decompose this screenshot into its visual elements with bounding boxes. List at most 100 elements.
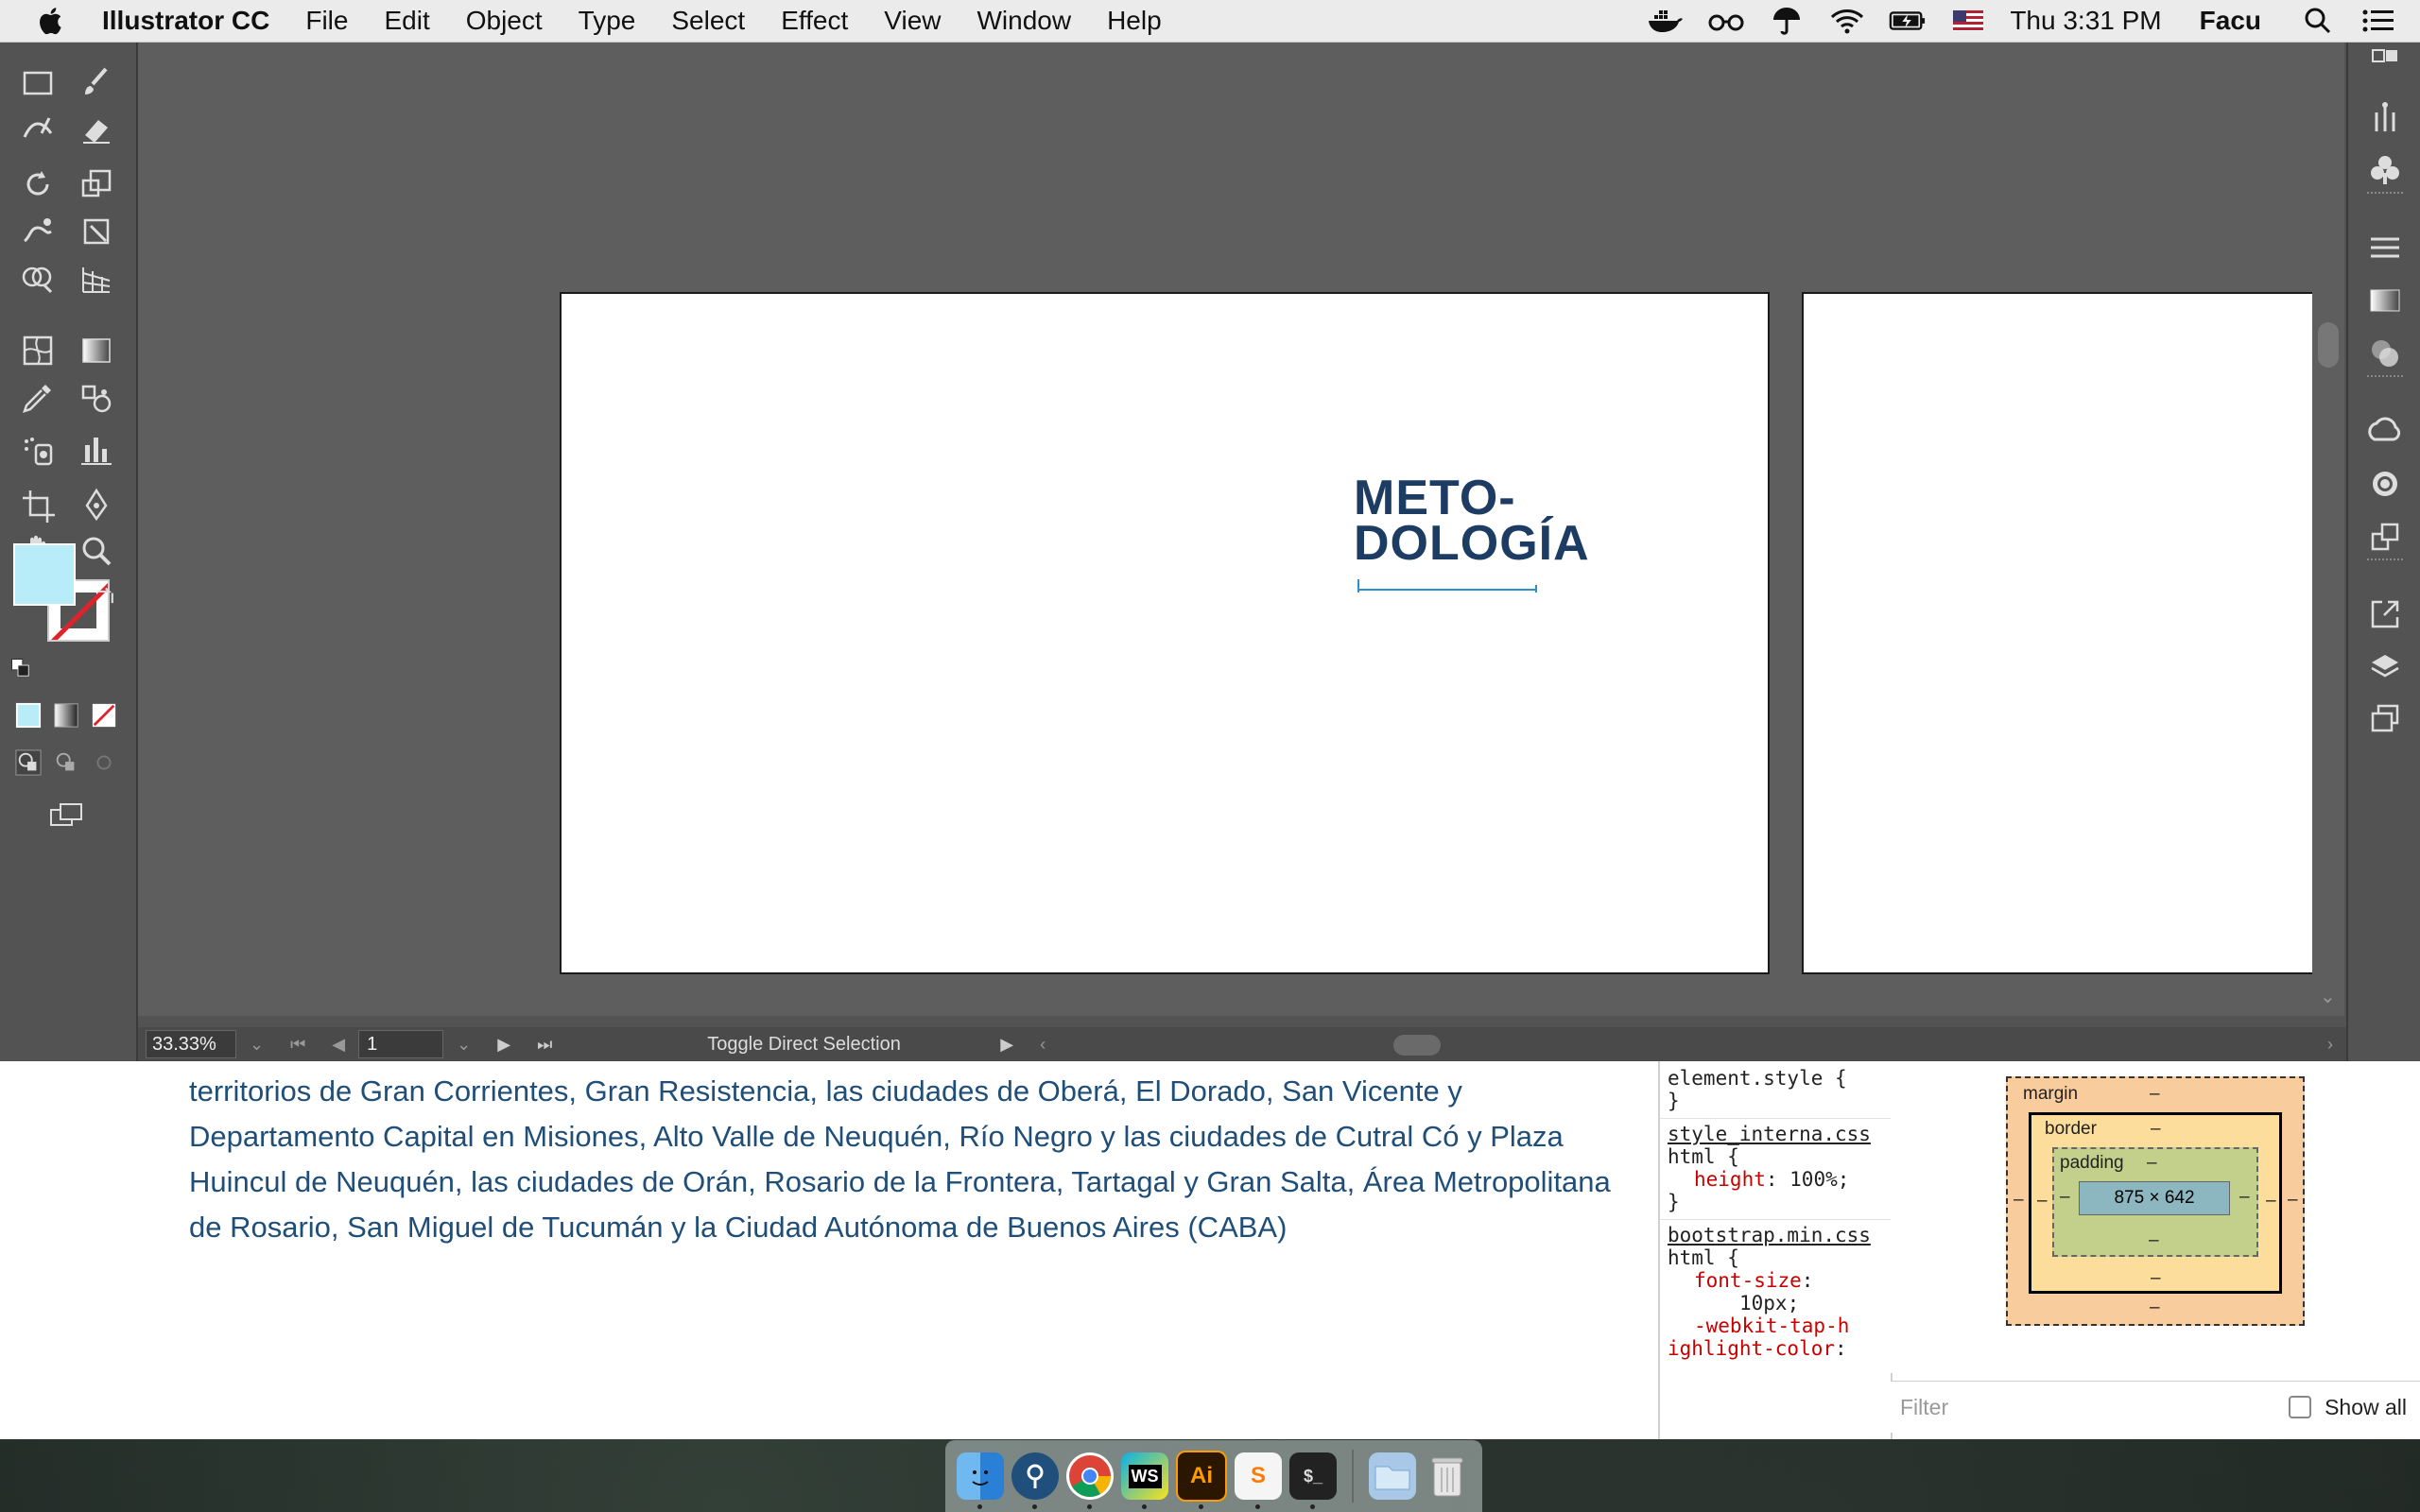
menu-edit[interactable]: Edit [384,6,429,36]
warp-tool-icon[interactable] [17,211,59,252]
terminal-dock-icon[interactable]: $_ [1289,1452,1337,1509]
menu-effect[interactable]: Effect [781,6,848,36]
illustrator-dock-icon[interactable]: Ai [1176,1451,1227,1509]
zoom-dropdown-chevron-icon[interactable]: ⌄ [250,1035,264,1055]
wifi-icon[interactable] [1828,7,1866,35]
artboard-tool-icon[interactable] [17,485,59,526]
scroll-left-arrow-icon[interactable]: ‹ [1040,1035,1046,1055]
next-artboard-icon[interactable]: ▶ [497,1035,510,1055]
column-graph-tool-icon[interactable] [76,430,117,472]
apple-icon[interactable] [36,5,68,37]
app-name-menu[interactable]: Illustrator CC [102,6,269,36]
creative-cloud-icon[interactable] [2365,411,2405,451]
artboards-panel-icon[interactable] [2365,698,2405,738]
umbrella-icon[interactable] [1768,7,1806,35]
box-model-content[interactable]: 875 × 642 [2079,1181,2230,1215]
menu-select[interactable]: Select [671,6,745,36]
gradient-mode-icon[interactable] [49,698,83,732]
paintbrush-tool-icon[interactable] [76,61,117,103]
status-menu-arrow-icon[interactable]: ▶ [1000,1035,1013,1055]
shape-builder-tool-icon[interactable] [17,258,59,300]
menu-help[interactable]: Help [1107,6,1162,36]
canvas[interactable]: METO- DOLOGÍA [138,43,2314,1016]
scroll-right-arrow-icon[interactable]: › [2327,1035,2333,1055]
shaper-tool-icon[interactable] [17,109,59,150]
logo-artwork[interactable]: METO- DOLOGÍA [1354,473,1609,627]
vertical-scrollbar[interactable]: ⌄ [2312,43,2344,1016]
color-mode-icon[interactable] [11,698,45,732]
panel-group-grip[interactable] [2367,192,2403,198]
panel-group-grip[interactable] [2367,375,2403,381]
rectangle-tool-icon[interactable] [17,61,59,103]
default-fill-stroke-icon[interactable] [8,655,36,683]
change-screen-mode-icon[interactable] [45,795,87,836]
zoom-level-field[interactable]: 33.33% [146,1030,236,1058]
docker-icon[interactable] [1647,7,1685,35]
blend-tool-icon[interactable] [76,377,117,419]
first-artboard-icon[interactable]: ⏮ [290,1035,305,1055]
notification-center-icon[interactable] [2360,7,2397,35]
scroll-down-arrow-icon[interactable]: ⌄ [2320,985,2336,1008]
css-source-link[interactable]: bootstrap.min.css [1668,1224,1883,1246]
none-mode-icon[interactable] [87,698,121,732]
swap-fill-stroke-icon[interactable] [91,583,119,611]
selection-handle[interactable] [1535,585,1537,593]
draw-inside-icon[interactable] [87,746,121,780]
artboard-1[interactable] [560,292,1770,974]
trash-dock-icon[interactable] [1424,1452,1471,1500]
filter-input[interactable]: Filter [1900,1395,2289,1420]
layers-panel-icon[interactable] [2365,647,2405,687]
horizontal-scroll-thumb[interactable] [1393,1035,1441,1056]
eyedropper-tool-icon[interactable] [17,377,59,419]
finder-dock-icon[interactable] [957,1452,1004,1509]
perspective-grid-tool-icon[interactable] [76,258,117,300]
menu-window[interactable]: Window [977,6,1071,36]
libraries-panel-icon[interactable] [2365,43,2405,82]
rotate-tool-icon[interactable] [17,163,59,205]
glasses-icon[interactable] [1707,7,1745,35]
sourcetree-dock-icon[interactable] [1011,1452,1059,1509]
pen-tool-icon[interactable] [76,485,117,526]
user-name[interactable]: Facu [2200,6,2261,36]
stroke-panel-icon[interactable] [2365,228,2405,267]
symbol-sprayer-tool-icon[interactable] [17,430,59,472]
us-flag-icon[interactable] [1949,7,1987,35]
eraser-tool-icon[interactable] [76,109,117,150]
artboard-dropdown-chevron-icon[interactable]: ⌄ [457,1035,471,1055]
fill-color-swatch[interactable] [13,543,76,606]
css-declaration[interactable]: -webkit-tap-highlight-color: [1668,1314,1857,1360]
mesh-tool-icon[interactable] [17,330,59,371]
appearance-panel-icon[interactable] [2365,464,2405,504]
last-artboard-icon[interactable]: ⏭ [537,1035,552,1055]
free-transform-tool-icon[interactable] [76,211,117,252]
vertical-scroll-thumb[interactable] [2318,322,2339,368]
show-all-checkbox[interactable] [2289,1396,2312,1418]
sublime-dock-icon[interactable]: S [1235,1452,1282,1509]
menu-object[interactable]: Object [466,6,543,36]
artboard-2[interactable] [1802,292,2314,974]
chrome-dock-icon[interactable] [1066,1452,1114,1509]
gradient-tool-icon[interactable] [76,330,117,371]
panel-group-grip[interactable] [2367,558,2403,564]
export-panel-icon[interactable] [2365,594,2405,634]
menu-view[interactable]: View [884,6,941,36]
draw-normal-icon[interactable] [11,746,45,780]
artboard-number-field[interactable]: 1 [358,1030,444,1058]
transparency-panel-icon[interactable] [2365,334,2405,373]
webstorm-dock-icon[interactable]: WS [1121,1452,1168,1509]
graphic-styles-panel-icon[interactable] [2365,517,2405,557]
draw-behind-icon[interactable] [49,746,83,780]
menu-type[interactable]: Type [579,6,636,36]
css-declaration[interactable]: height: 100%; [1668,1168,1883,1191]
gradient-panel-icon[interactable] [2365,281,2405,320]
devtools-styles-pane[interactable]: element.style { } style_interna.css html… [1658,1061,1893,1439]
clock[interactable]: Thu 3:31 PM [2010,6,2161,36]
downloads-folder-dock-icon[interactable] [1369,1452,1416,1500]
spotlight-search-icon[interactable] [2299,7,2337,35]
brushes-panel-icon[interactable] [2365,97,2405,137]
zoom-tool-icon[interactable] [76,530,117,572]
previous-artboard-icon[interactable]: ◀ [332,1035,345,1055]
css-declaration[interactable]: font-size: [1668,1269,1883,1292]
menu-file[interactable]: File [305,6,348,36]
css-source-link[interactable]: style_interna.css [1668,1123,1883,1145]
